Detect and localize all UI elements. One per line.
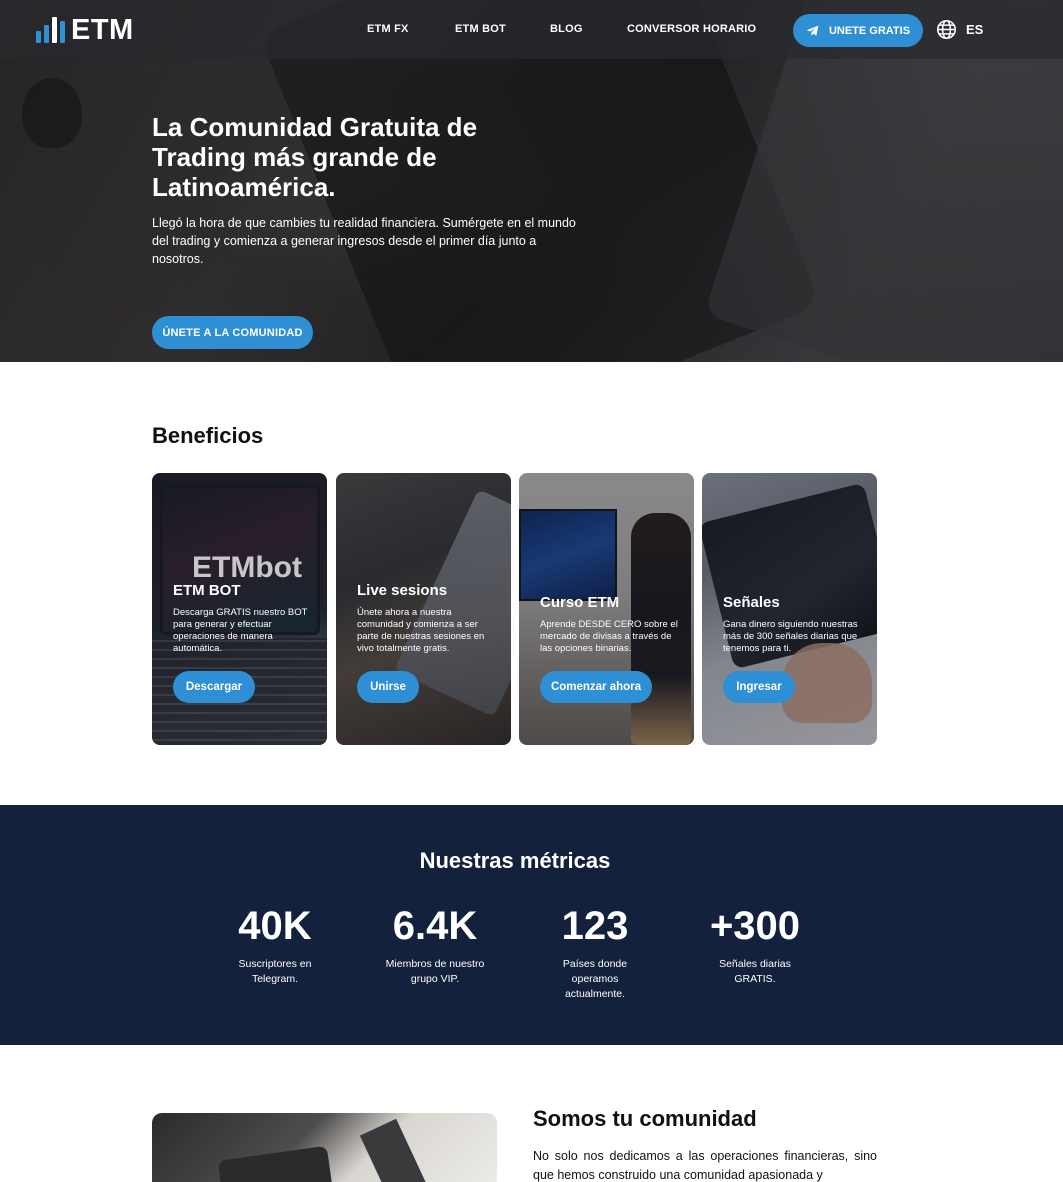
language-label: ES	[966, 22, 984, 37]
benefit-card-etm-bot: ETMbot ETM BOT Descarga GRATIS nuestro B…	[152, 473, 327, 745]
card-text: Únete ahora a nuestra comunidad y comien…	[357, 607, 485, 654]
metric-label: Señales diarias GRATIS.	[719, 958, 791, 985]
community-text: No solo nos dedicamos a las operaciones …	[533, 1149, 877, 1182]
metric-value: 6.4K	[392, 904, 478, 948]
metrics-title: Nuestras métricas	[419, 848, 611, 873]
join-free-button[interactable]: UNETE GRATIS	[793, 14, 923, 47]
nav-link-etm-bot[interactable]: ETM BOT	[455, 23, 506, 35]
card-title: Live sesions	[357, 582, 448, 599]
hero-title: La Comunidad Gratuita de Trading más gra…	[152, 112, 478, 202]
nav-link-etm-fx[interactable]: ETM FX	[367, 23, 409, 35]
community-title: Somos tu comunidad	[533, 1106, 757, 1131]
metric-label: Países donde operamos actualmente.	[562, 958, 628, 1000]
language-selector[interactable]: ES	[936, 19, 983, 40]
metric-value: 123	[561, 904, 629, 948]
nav-link-conversor-horario[interactable]: CONVERSOR HORARIO	[627, 23, 756, 35]
metric-value: +300	[709, 904, 801, 948]
card-text: Descarga GRATIS nuestro BOT para generar…	[173, 607, 308, 654]
top-navigation: ETM ETM FX ETM BOT BLOG CONVERSOR HORARI…	[0, 0, 1063, 59]
telegram-icon	[806, 25, 819, 36]
card-title: Señales	[723, 594, 780, 611]
metric-label: Suscriptores en Telegram.	[238, 958, 312, 985]
metric-label: Miembros de nuestro grupo VIP.	[385, 958, 485, 985]
card-text: Gana dinero siguiendo nuestras más de 30…	[723, 619, 858, 654]
metric-telegram-subscribers: 40K Suscriptores en Telegram.	[195, 903, 355, 987]
metric-vip-members: 6.4K Miembros de nuestro grupo VIP.	[355, 903, 515, 987]
card-title: ETM BOT	[173, 582, 241, 599]
join-button[interactable]: Unirse	[357, 671, 419, 703]
metric-value: 40K	[238, 904, 312, 948]
start-now-button[interactable]: Comenzar ahora	[540, 671, 652, 703]
metric-countries: 123 Países donde operamos actualmente.	[515, 903, 675, 1002]
benefit-card-senales: Señales Gana dinero siguiendo nuestras m…	[702, 473, 877, 745]
benefit-card-curso-etm: Curso ETM Aprende DESDE CERO sobre el me…	[519, 473, 694, 745]
etm-logo[interactable]: ETM	[34, 14, 134, 46]
hero-subtitle: Llegó la hora de que cambies tu realidad…	[152, 216, 576, 266]
benefit-card-live-sesions: Live sesions Únete ahora a nuestra comun…	[336, 473, 511, 745]
card-title: Curso ETM	[540, 594, 620, 611]
metrics-section: Nuestras métricas 40K Suscriptores en Te…	[0, 805, 1063, 1045]
globe-icon	[936, 19, 957, 40]
card-text: Aprende DESDE CERO sobre el mercado de d…	[540, 619, 678, 654]
benefits-title: Beneficios	[152, 423, 264, 448]
community-image	[152, 1113, 497, 1182]
join-free-label: UNETE GRATIS	[828, 24, 911, 37]
logo-text: ETM	[71, 13, 134, 46]
metric-daily-signals: +300 Señales diarias GRATIS.	[675, 903, 835, 987]
download-button[interactable]: Descargar	[173, 671, 255, 703]
etm-bot-image-text: ETMbot	[192, 551, 302, 584]
nav-link-blog[interactable]: BLOG	[550, 23, 583, 35]
candlestick-logo-icon	[34, 14, 68, 46]
join-community-button[interactable]: ÚNETE A LA COMUNIDAD	[152, 316, 313, 349]
enter-button[interactable]: Ingresar	[723, 671, 795, 703]
